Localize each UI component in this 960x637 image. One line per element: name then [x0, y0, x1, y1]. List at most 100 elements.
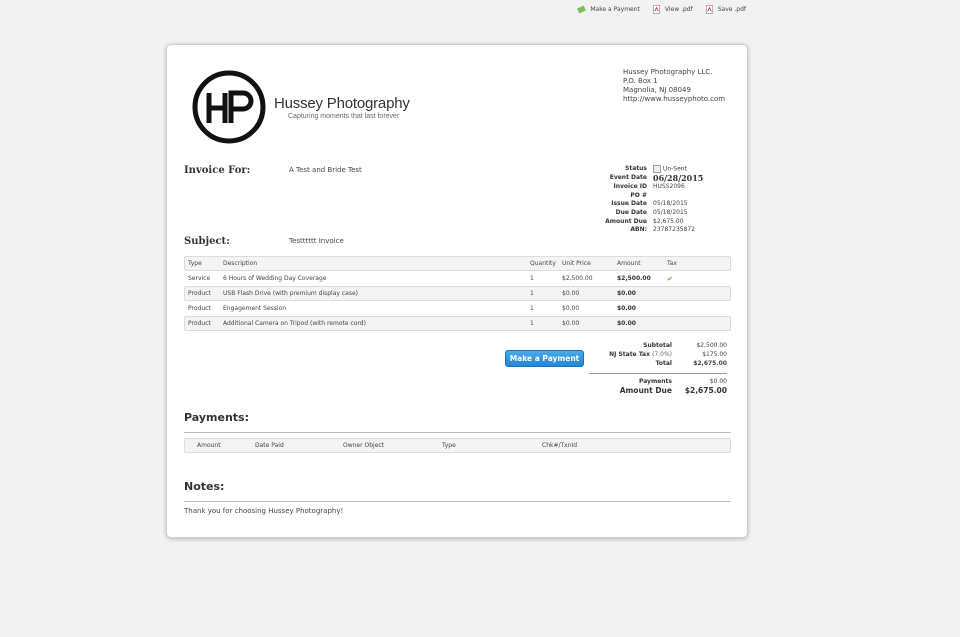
event-date-value: 06/28/2015 — [653, 173, 704, 184]
invoice-meta: Status Un-Sent Event Date 06/28/2015 Inv… — [583, 165, 703, 235]
due-date-label: Due Date — [615, 209, 647, 217]
totals-panel: Subtotal $2,500.00 NJ State Tax (7.0%) $… — [589, 341, 727, 395]
subject-label: Subject: — [184, 236, 230, 247]
payments-table-header: Amount Date Paid Owner Object Type Chk#/… — [184, 438, 731, 453]
save-pdf-label: Save .pdf — [717, 6, 746, 13]
status-label: Status — [625, 165, 647, 172]
company-website: http://www.husseyphoto.com — [623, 95, 726, 103]
row-unit-price: $2,500.00 — [562, 275, 593, 282]
total-label: Total — [655, 360, 672, 367]
row-description: 6 Hours of Wedding Day Coverage — [223, 275, 327, 282]
table-row: Product Engagement Session 1 $0.00 $0.00 — [184, 301, 731, 316]
view-pdf-link[interactable]: View .pdf — [652, 5, 693, 14]
row-description: USB Flash Drive (with premium display ca… — [223, 290, 358, 297]
document-icon — [653, 165, 661, 173]
table-row: Product Additional Camera on Tripod (wit… — [184, 316, 731, 331]
tax-label: NJ State Tax (7.0%) — [589, 350, 682, 359]
col-unit-price-header: Unit Price — [562, 260, 591, 267]
tax-percent: (7.0%) — [652, 351, 672, 358]
subject-value: Testttttt Invoice — [289, 237, 344, 245]
col-type-header: Type — [188, 260, 202, 267]
pdf-icon — [705, 5, 713, 14]
payments-title: Payments: — [184, 411, 249, 424]
row-unit-price: $0.00 — [562, 290, 580, 297]
table-row: Product USB Flash Drive (with premium di… — [184, 286, 731, 301]
row-amount: $0.00 — [617, 320, 636, 327]
notes-text: Thank you for choosing Hussey Photograph… — [184, 507, 344, 515]
row-quantity: 1 — [530, 275, 534, 282]
tax-label-text: NJ State Tax — [609, 351, 650, 358]
total-value: $2,675.00 — [693, 360, 727, 367]
notes-divider — [184, 501, 731, 502]
abn-value: 23787235872 — [653, 226, 695, 234]
row-unit-price: $0.00 — [562, 305, 580, 312]
make-payment-link[interactable]: Make a Payment — [577, 5, 640, 14]
company-name: Hussey Photography LLC. — [623, 68, 713, 76]
tax-value: $175.00 — [702, 351, 727, 358]
amount-due-value: $2,675.00 — [653, 217, 684, 225]
brand-name: Hussey Photography — [274, 94, 410, 112]
abn-label: ABN: — [630, 226, 647, 234]
subtotal-value: $2,500.00 — [696, 342, 727, 349]
col-quantity-header: Quantity — [530, 260, 556, 267]
table-header: Type Description Quantity Unit Price Amo… — [184, 256, 731, 271]
row-quantity: 1 — [530, 290, 534, 297]
notes-title: Notes: — [184, 480, 225, 493]
items-table: Type Description Quantity Unit Price Amo… — [184, 256, 731, 331]
save-pdf-link[interactable]: Save .pdf — [705, 5, 746, 14]
row-amount: $2,500.00 — [617, 275, 651, 282]
row-type: Product — [188, 305, 211, 312]
invoice-for-label: Invoice For: — [184, 165, 251, 176]
col-owner-object-header: Owner Object — [343, 442, 385, 449]
amount-due-label: Amount Due — [605, 217, 647, 225]
company-address-line1: P.O. Box 1 — [623, 77, 658, 85]
col-tax-header: Tax — [667, 260, 677, 267]
subtotal-label: Subtotal — [643, 342, 672, 349]
hp-monogram-icon — [192, 70, 266, 144]
po-label: PO # — [630, 191, 647, 199]
money-icon — [577, 5, 587, 14]
col-txn-header: Chk#/TxnId — [542, 442, 578, 449]
brand-tagline: Capturing moments that last forever — [288, 112, 400, 120]
status-value: Un-Sent — [662, 165, 687, 173]
col-amount-header: Amount — [197, 442, 221, 449]
make-payment-button[interactable]: Make a Payment — [505, 350, 584, 367]
make-payment-label: Make a Payment — [590, 6, 640, 13]
top-links: Make a Payment View .pdf Save .pdf — [577, 5, 746, 14]
row-amount: $0.00 — [617, 305, 636, 312]
issue-date-value: 05/18/2015 — [653, 200, 688, 208]
event-date-label: Event Date — [609, 174, 647, 182]
row-type: Product — [188, 320, 211, 327]
amount-due-total-label: Amount Due — [619, 386, 672, 395]
col-description-header: Description — [223, 260, 258, 267]
payments-value: $0.00 — [709, 378, 727, 385]
row-type: Product — [188, 290, 211, 297]
row-description: Engagement Session — [223, 305, 287, 312]
due-date-value: 05/18/2015 — [653, 209, 688, 217]
pdf-icon — [652, 5, 660, 14]
table-row: Service 6 Hours of Wedding Day Coverage … — [184, 271, 731, 286]
view-pdf-label: View .pdf — [664, 6, 693, 13]
row-amount: $0.00 — [617, 290, 636, 297]
payments-divider — [184, 432, 731, 433]
invoice-id-label: Invoice ID — [613, 182, 647, 190]
company-address: Hussey Photography LLC. P.O. Box 1 Magno… — [623, 68, 725, 104]
row-type: Service — [188, 275, 211, 282]
row-quantity: 1 — [530, 320, 534, 327]
amount-due-total-value: $2,675.00 — [684, 386, 727, 395]
invoice-id-value: HUSS2096 — [653, 182, 685, 190]
col-type-header: Type — [442, 442, 456, 449]
issue-date-label: Issue Date — [611, 200, 647, 208]
row-description: Additional Camera on Tripod (with remote… — [223, 320, 366, 327]
row-unit-price: $0.00 — [562, 320, 580, 327]
totals-divider — [589, 373, 727, 374]
col-date-paid-header: Date Paid — [255, 442, 284, 449]
invoice-for-value: A Test and Bride Test — [289, 166, 362, 174]
tax-check-icon: ✔ — [667, 274, 673, 283]
company-address-line2: Magnolia, NJ 08049 — [623, 86, 691, 94]
company-logo: Hussey Photography Capturing moments tha… — [191, 69, 410, 145]
row-quantity: 1 — [530, 305, 534, 312]
invoice-card: Hussey Photography Capturing moments tha… — [166, 44, 748, 538]
col-amount-header: Amount — [617, 260, 641, 267]
payments-label: Payments — [638, 378, 672, 385]
